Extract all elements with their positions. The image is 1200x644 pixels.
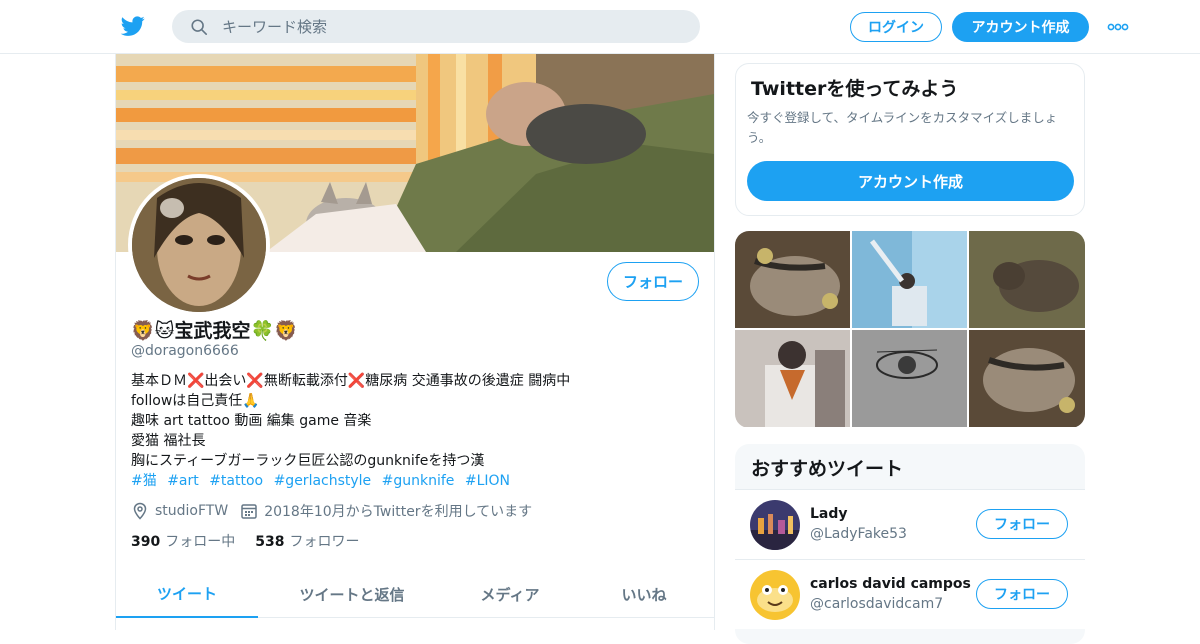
hashtag-link[interactable]: #gunknife <box>382 473 455 489</box>
search-input[interactable] <box>222 10 682 43</box>
profile-tabs: ツイート ツイートと返信 メディア いいね <box>116 571 714 618</box>
signup-card-title: Twitterを使ってみよう <box>751 78 959 100</box>
signup-button[interactable]: アカウント作成 <box>952 12 1089 42</box>
profile-column: フォロー 🦁🐱宝武我空🍀🦁 @doragon6666 基本ＤＭ❌出会い❌無断転載… <box>115 54 715 630</box>
media-thumbnail-grid <box>735 231 1085 428</box>
recommended-user[interactable]: Lady @LadyFake53 フォロー <box>735 489 1085 559</box>
top-navigation-bar: ログイン アカウント作成 <box>0 0 1200 54</box>
following-count-link[interactable]: 390 フォロー中 <box>131 531 235 551</box>
media-thumbnail[interactable] <box>969 330 1085 427</box>
twitter-bird-icon[interactable] <box>120 14 146 38</box>
bio-line: 愛猫 福社長 <box>131 433 206 449</box>
follow-button[interactable]: フォロー <box>976 579 1068 609</box>
follow-button[interactable]: フォロー <box>976 509 1068 539</box>
profile-meta: studioFTW 2018年10月からTwitterを利用しています <box>131 501 532 521</box>
bio-line: followは自己責任🙏 <box>131 393 260 409</box>
following-count: 390 <box>131 534 161 550</box>
tab-media[interactable]: メディア <box>446 571 574 618</box>
more-dots-icon[interactable] <box>1106 17 1130 37</box>
tab-tweets[interactable]: ツイート <box>116 571 258 618</box>
bio-line: 趣味 art tattoo 動画 編集 game 音楽 <box>131 413 372 429</box>
profile-display-name: 🦁🐱宝武我空🍀🦁 <box>131 320 298 342</box>
recommended-user[interactable]: carlos david campos @carlosdavidcam7 フォロ… <box>735 559 1085 629</box>
profile-bio: 基本ＤＭ❌出会い❌無断転載添付❌糖尿病 交通事故の後遺症 闘病中 followは… <box>131 371 691 491</box>
user-display-name[interactable]: Lady <box>810 506 848 522</box>
followers-label: フォロワー <box>289 534 360 550</box>
profile-follow-counts: 390 フォロー中 538 フォロワー <box>131 531 379 551</box>
user-handle: @carlosdavidcam7 <box>810 596 944 612</box>
media-thumbnail[interactable] <box>735 330 850 427</box>
hashtag-link[interactable]: #tattoo <box>209 473 263 489</box>
follow-button[interactable]: フォロー <box>607 262 699 301</box>
recommended-title: おすすめツイート <box>751 458 904 480</box>
calendar-icon <box>241 504 257 519</box>
bio-line: 基本ＤＭ❌出会い❌無断転載添付❌糖尿病 交通事故の後遺症 闘病中 <box>131 373 571 389</box>
search-box[interactable] <box>172 10 700 43</box>
profile-handle: @doragon6666 <box>131 343 239 359</box>
tab-tweets-and-replies[interactable]: ツイートと返信 <box>258 571 446 618</box>
signup-prompt-card: Twitterを使ってみよう 今すぐ登録して、タイムラインをカスタマイズしましょ… <box>735 63 1085 216</box>
tab-likes[interactable]: いいね <box>574 571 714 618</box>
following-label: フォロー中 <box>165 534 236 550</box>
user-avatar[interactable] <box>750 570 800 620</box>
recommended-tweets-card: おすすめツイート Lady @LadyFake53 フォロー carlos da… <box>735 444 1085 644</box>
bio-line: 胸にスティーブガーラック巨匠公認のgunknifeを持つ漢 <box>131 453 485 469</box>
location-pin-icon <box>133 502 147 520</box>
user-handle: @LadyFake53 <box>810 526 907 542</box>
hashtag-link[interactable]: #gerlachstyle <box>274 473 372 489</box>
search-icon <box>191 19 208 36</box>
profile-join-date: 2018年10月からTwitterを利用しています <box>264 504 533 520</box>
hashtag-link[interactable]: #art <box>167 473 199 489</box>
followers-count: 538 <box>255 534 285 550</box>
profile-avatar[interactable] <box>128 174 270 316</box>
login-button[interactable]: ログイン <box>850 12 942 42</box>
signup-card-subtitle: 今すぐ登録して、タイムラインをカスタマイズしましょう。 <box>747 110 1058 145</box>
user-display-name[interactable]: carlos david campos <box>810 576 971 592</box>
followers-count-link[interactable]: 538 フォロワー <box>255 531 359 551</box>
profile-location: studioFTW <box>155 503 229 519</box>
signup-card-button[interactable]: アカウント作成 <box>747 161 1074 201</box>
media-thumbnail[interactable] <box>969 231 1085 328</box>
hashtag-link[interactable]: #猫 <box>131 473 157 489</box>
media-thumbnail[interactable] <box>852 231 967 328</box>
bio-hashtags: #猫 #art #tattoo #gerlachstyle #gunknife … <box>131 471 691 491</box>
hashtag-link[interactable]: #LION <box>465 473 510 489</box>
media-thumbnail[interactable] <box>852 330 967 427</box>
user-avatar[interactable] <box>750 500 800 550</box>
media-thumbnail[interactable] <box>735 231 850 328</box>
